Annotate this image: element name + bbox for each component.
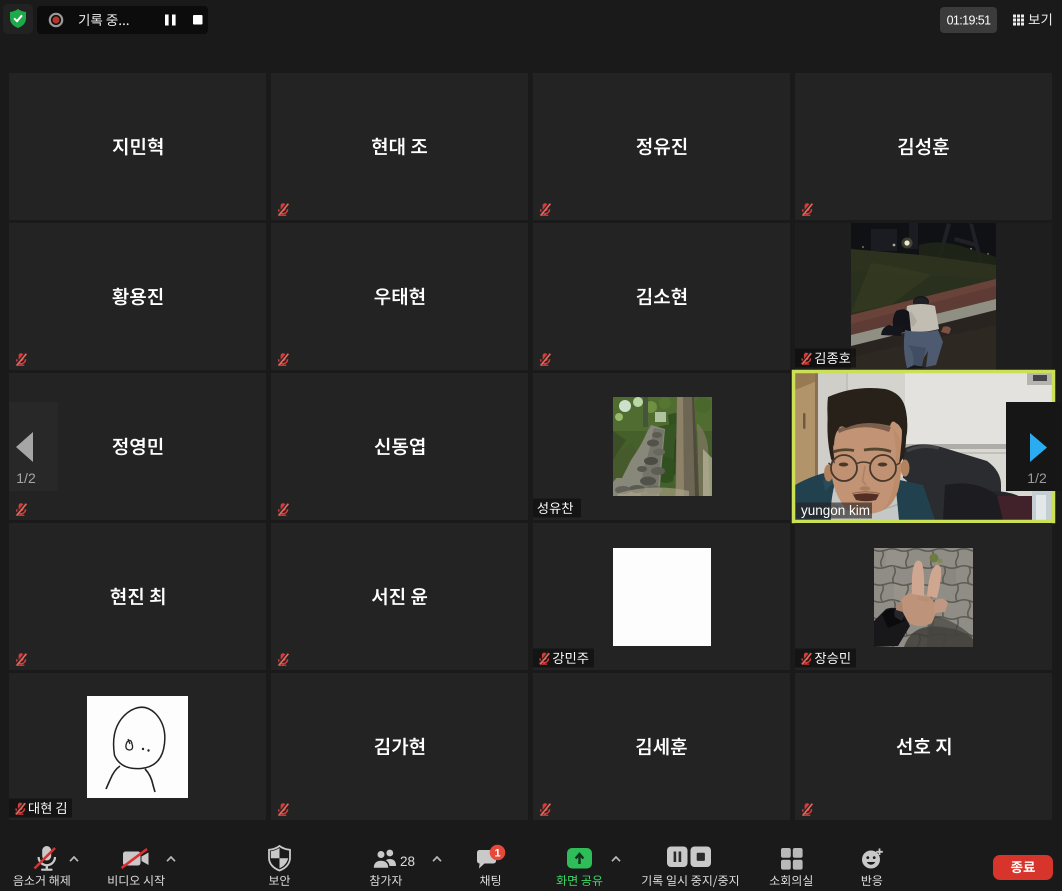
svg-text:1/2: 1/2 [1027, 470, 1047, 486]
svg-text:28: 28 [400, 854, 415, 869]
svg-text:01:19:51: 01:19:51 [947, 14, 992, 28]
svg-text:yungon kim: yungon kim [801, 503, 870, 518]
svg-text:1: 1 [494, 848, 500, 860]
svg-text:1/2: 1/2 [16, 470, 36, 486]
